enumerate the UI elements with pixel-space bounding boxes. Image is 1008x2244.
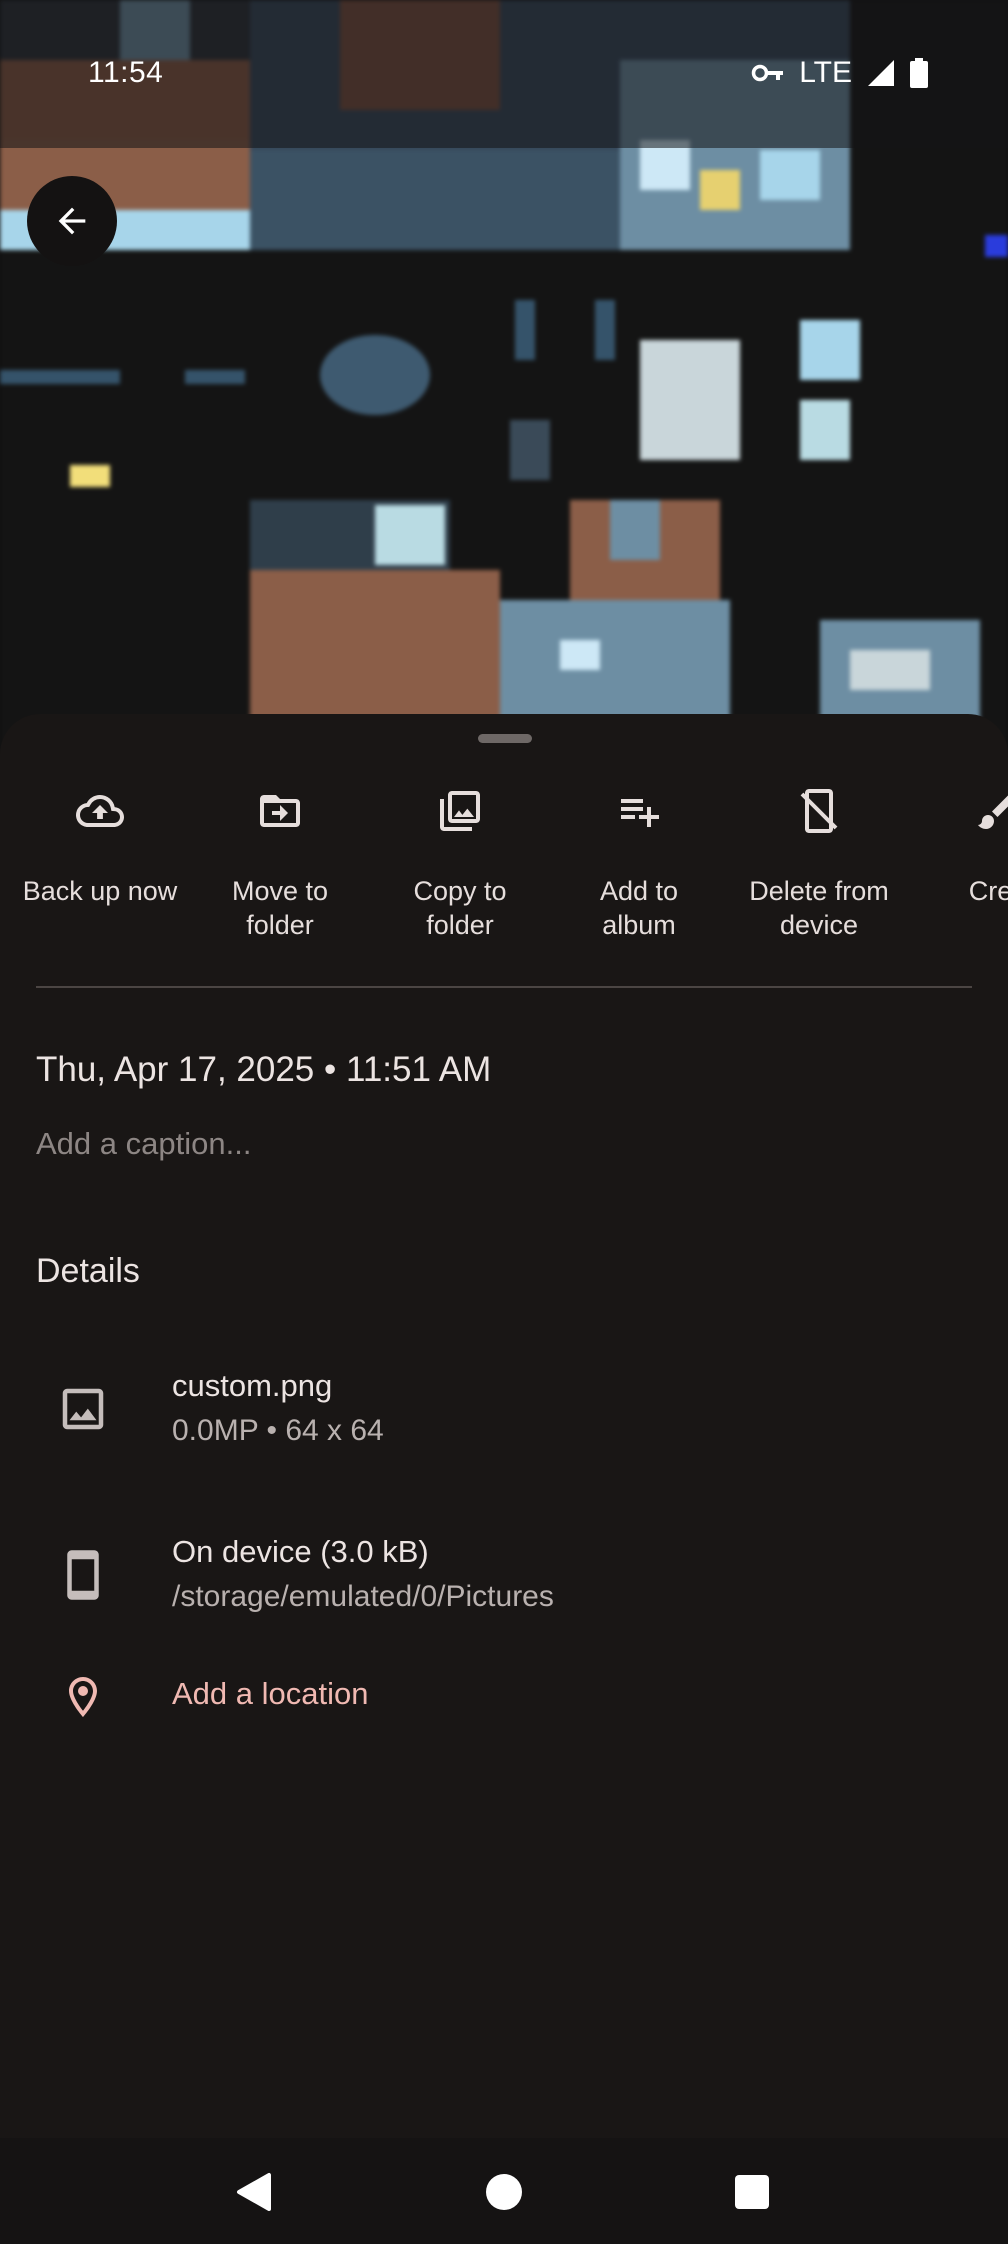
- copy-to-folder-button[interactable]: Copy to folder: [370, 776, 550, 942]
- divider: [36, 986, 972, 988]
- move-folder-icon: [260, 795, 300, 827]
- brush-icon: [978, 795, 1008, 829]
- location-pin-icon: [50, 1664, 116, 1730]
- screen: 11:54 LTE Back up now Move to folder Cop…: [0, 0, 1008, 2244]
- storage-path: /storage/emulated/0/Pictures: [172, 1580, 554, 1613]
- action-label-2: folder: [426, 910, 494, 940]
- move-to-folder-button[interactable]: Move to folder: [190, 776, 370, 942]
- nav-recents-button[interactable]: [722, 2162, 782, 2222]
- action-label: Delete from: [749, 876, 889, 906]
- info-bottom-sheet: Back up now Move to folder Copy to folde…: [0, 714, 1008, 2138]
- nav-back-button[interactable]: [225, 2162, 285, 2222]
- phone-icon: [50, 1542, 116, 1608]
- network-type: LTE: [799, 56, 852, 89]
- action-label-2: album: [602, 910, 676, 940]
- details-heading: Details: [36, 1252, 140, 1290]
- action-label-2: folder: [246, 910, 314, 940]
- action-label: Move to: [231, 876, 329, 906]
- status-time: 11:54: [88, 56, 164, 89]
- actions-row: Back up now Move to folder Copy to folde…: [0, 776, 1008, 956]
- navigation-bar: [0, 2138, 1008, 2244]
- storage-size: On device (3.0 kB): [172, 1534, 429, 1569]
- vpn-key-icon: [751, 64, 784, 82]
- arrow-back-icon: [58, 207, 86, 235]
- signal-icon: [868, 60, 894, 86]
- delete-from-device-button[interactable]: Delete from device: [729, 776, 909, 942]
- image-icon: [50, 1376, 116, 1442]
- playlist-add-icon: [621, 799, 659, 827]
- status-icons: LTE: [751, 56, 928, 90]
- add-location-link[interactable]: Add a location: [172, 1676, 368, 1712]
- action-label: Copy to: [413, 876, 507, 906]
- nav-back-triangle-icon: [237, 2173, 271, 2211]
- back-button[interactable]: [27, 176, 117, 266]
- create-button[interactable]: Crea: [908, 776, 1008, 908]
- nav-home-button[interactable]: [474, 2162, 534, 2222]
- file-meta: 0.0MP • 64 x 64: [172, 1414, 384, 1447]
- file-name: custom.png: [172, 1368, 333, 1403]
- drag-handle[interactable]: [478, 734, 532, 743]
- cloud-upload-icon: [76, 795, 124, 827]
- add-to-album-button[interactable]: Add to album: [549, 776, 729, 942]
- nav-recents-square-icon: [735, 2175, 769, 2209]
- copy-images-icon: [440, 791, 480, 831]
- photo-datetime: Thu, Apr 17, 2025 • 11:51 AM: [36, 1050, 492, 1089]
- delete-device-icon: [800, 789, 838, 833]
- battery-icon: [910, 58, 928, 88]
- nav-home-circle-icon: [486, 2174, 522, 2210]
- action-label: Crea: [968, 876, 1008, 906]
- status-bar: 11:54 LTE: [0, 0, 1008, 148]
- caption-input[interactable]: [36, 1126, 836, 1162]
- action-label: Add to: [599, 876, 679, 906]
- action-label: Back up now: [22, 876, 178, 906]
- action-label-2: device: [779, 910, 859, 940]
- back-up-now-button[interactable]: Back up now: [10, 776, 190, 908]
